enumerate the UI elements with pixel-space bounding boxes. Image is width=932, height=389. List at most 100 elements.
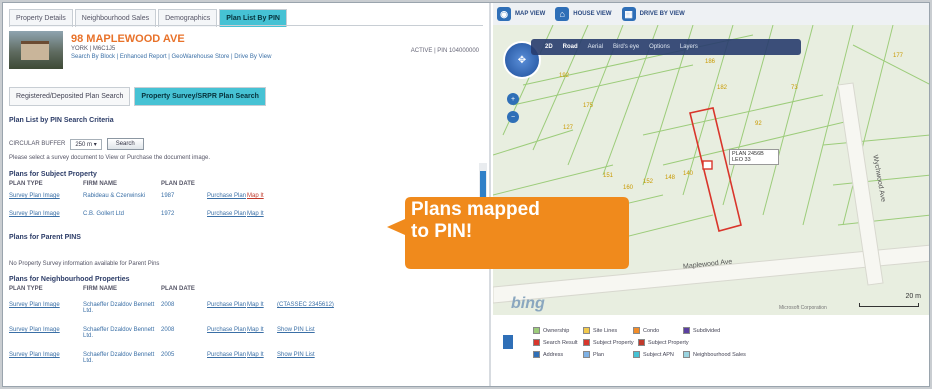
- legend-item: Condo: [633, 327, 659, 334]
- subject-plans-title: Plans for Subject Property: [9, 171, 97, 178]
- zoom-in-icon[interactable]: +: [507, 93, 519, 105]
- property-status: ACTIVE | PIN 104000000: [410, 48, 479, 54]
- instructions-text: Please select a survey document to View …: [9, 155, 210, 161]
- legend-item: Subdivided: [683, 327, 720, 334]
- map-view-label: MAP VIEW: [515, 11, 546, 17]
- property-header: 98 MAPLEWOOD AVE YORK | M6C1J5 Search By…: [9, 31, 483, 79]
- plan-type-link[interactable]: Survey Plan Image: [9, 352, 83, 364]
- callout-bubble: Plans mapped to PIN!: [387, 195, 632, 271]
- house-view-button[interactable]: ⌂ HOUSE VIEW: [555, 7, 612, 21]
- buffer-select[interactable]: 250 m ▾: [70, 138, 102, 150]
- show-pin-list-link[interactable]: Show PIN List: [277, 352, 337, 364]
- lot-number: 73: [791, 85, 798, 91]
- tab-divider: [9, 25, 483, 26]
- map-it-link[interactable]: Map It: [247, 193, 277, 199]
- firm-name: Rabideau & Czerwinski: [83, 193, 146, 199]
- plan-date: 1987: [161, 193, 175, 199]
- map-legend: Ownership Site Lines Condo Subdivided Se…: [493, 315, 929, 386]
- legend-item: Site Lines: [583, 327, 617, 334]
- map-birdseye-button[interactable]: Bird's eye: [613, 44, 639, 50]
- bing-logo: bing: [511, 295, 545, 312]
- lot-number: 160: [623, 185, 634, 191]
- col-firm-name: FIRM NAME: [83, 181, 117, 187]
- table-row: Survey Plan Image Schaeffer Dzaldov Benn…: [9, 302, 337, 314]
- legend-item: Subject Property: [583, 339, 634, 346]
- globe-icon: ◉: [497, 7, 511, 21]
- map-it-link[interactable]: Map It: [247, 352, 277, 364]
- legend-item: Ownership: [533, 327, 569, 334]
- parcel-lines: [493, 25, 929, 304]
- zoom-out-icon[interactable]: −: [507, 111, 519, 123]
- legend-item: Search Result: [533, 339, 578, 346]
- subject-table-header: PLAN TYPE FIRM NAME PLAN DATE: [9, 181, 207, 187]
- parent-plans-title: Plans for Parent PINS: [9, 234, 81, 241]
- purchase-plan-link[interactable]: Purchase Plan: [207, 211, 247, 217]
- map-scale-label: 20 m: [905, 293, 921, 300]
- property-city: YORK | M6C1J5: [71, 46, 116, 52]
- map-it-link[interactable]: Map It: [247, 302, 277, 314]
- map-aerial-button[interactable]: Aerial: [588, 44, 603, 50]
- callout-line-1: Plans mapped: [411, 199, 540, 220]
- plan-type-link[interactable]: Survey Plan Image: [9, 327, 83, 339]
- legend-item: Subject Property: [638, 339, 689, 346]
- firm-name: Schaeffer Dzaldov Bennett Ltd.: [83, 327, 155, 339]
- plan-type-link[interactable]: Survey Plan Image: [9, 302, 83, 314]
- drive-by-view-button[interactable]: ▦ DRIVE BY VIEW: [621, 7, 685, 21]
- plan-date: 1972: [161, 211, 175, 217]
- plan-date: 2005: [161, 352, 175, 358]
- extra-link[interactable]: (CTASSEC 2345612): [277, 302, 337, 314]
- property-address: 98 MAPLEWOOD AVE: [71, 33, 185, 45]
- callout-text: Plans mapped to PIN!: [411, 199, 627, 243]
- buffer-row: CIRCULAR BUFFER 250 m ▾ Search: [9, 138, 144, 150]
- buffer-value: 250 m: [75, 141, 93, 148]
- map-it-link[interactable]: Map It: [247, 211, 277, 217]
- col-firm-name: FIRM NAME: [83, 286, 117, 292]
- house-view-label: HOUSE VIEW: [573, 11, 612, 17]
- search-button[interactable]: Search: [106, 138, 144, 150]
- plan-type-link[interactable]: Survey Plan Image: [9, 211, 83, 217]
- lot-number: 186: [705, 59, 716, 65]
- view-toolbar: ◉ MAP VIEW ⌂ HOUSE VIEW ▦ DRIVE BY VIEW: [493, 3, 929, 25]
- firm-name: Schaeffer Dzaldov Bennett Ltd.: [83, 352, 155, 364]
- show-pin-list-link[interactable]: Show PIN List: [277, 327, 337, 339]
- lot-number: 148: [665, 175, 676, 181]
- table-row: Survey Plan Image C.B. Gollert Ltd 1972 …: [9, 211, 277, 217]
- col-plan-date: PLAN DATE: [161, 286, 195, 292]
- chevron-down-icon: ▾: [93, 141, 97, 148]
- property-links[interactable]: Search By Block | Enhanced Report | GeoW…: [71, 54, 271, 60]
- lot-number: 182: [717, 85, 728, 91]
- plan-type-link[interactable]: Survey Plan Image: [9, 193, 83, 199]
- map-layers-button[interactable]: Layers: [680, 44, 698, 50]
- legend-item: Plan: [583, 351, 604, 358]
- criteria-title: Plan List by PIN Search Criteria: [9, 117, 114, 124]
- table-row: Survey Plan Image Schaeffer Dzaldov Benn…: [9, 327, 337, 339]
- legend-item: Neighbourhood Sales: [683, 351, 746, 358]
- col-plan-type: PLAN TYPE: [9, 286, 43, 292]
- parcel-map[interactable]: ✥ + − 2D Road Aerial Bird's eye Options …: [493, 25, 929, 315]
- purchase-plan-link[interactable]: Purchase Plan: [207, 352, 247, 364]
- map-style-bar: 2D Road Aerial Bird's eye Options Layers: [531, 39, 801, 55]
- buffer-label: CIRCULAR BUFFER: [9, 141, 66, 147]
- table-row: Survey Plan Image Schaeffer Dzaldov Benn…: [9, 352, 337, 364]
- parent-plans-note: No Property Survey information available…: [9, 261, 160, 267]
- purchase-plan-link[interactable]: Purchase Plan: [207, 302, 247, 314]
- lot-number: 127: [563, 125, 574, 131]
- lot-number: 177: [893, 53, 904, 59]
- purchase-plan-link[interactable]: Purchase Plan: [207, 327, 247, 339]
- legend-item: Subject APN: [633, 351, 674, 358]
- map-road-button[interactable]: Road: [563, 44, 578, 50]
- map-options-button[interactable]: Options: [649, 44, 670, 50]
- map-scale-bar: [859, 303, 919, 307]
- firm-name: Schaeffer Dzaldov Bennett Ltd.: [83, 302, 155, 314]
- tab-property-survey-search[interactable]: Property Survey/SRPR Plan Search: [134, 87, 266, 106]
- tab-registered-plan-search[interactable]: Registered/Deposited Plan Search: [9, 87, 131, 106]
- map-2d-button[interactable]: 2D: [545, 44, 553, 50]
- lot-number: 151: [603, 173, 614, 179]
- map-view-button[interactable]: ◉ MAP VIEW: [497, 7, 545, 21]
- purchase-plan-link[interactable]: Purchase Plan: [207, 193, 247, 199]
- neighbourhood-table-header: PLAN TYPE FIRM NAME PLAN DATE: [9, 286, 207, 292]
- table-row: Survey Plan Image Rabideau & Czerwinski …: [9, 193, 277, 199]
- firm-name: C.B. Gollert Ltd: [83, 211, 125, 217]
- map-it-link[interactable]: Map It: [247, 327, 277, 339]
- plan-date: 2008: [161, 327, 175, 333]
